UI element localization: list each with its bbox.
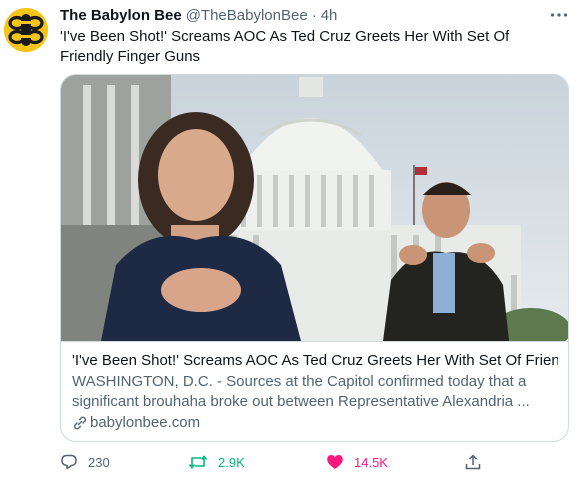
author-name[interactable]: The Babylon Bee (60, 6, 182, 26)
header-separator: · (311, 7, 317, 24)
link-card[interactable]: 'I've Been Shot!' Screams AOC As Ted Cru… (60, 74, 569, 442)
babylon-bee-logo (4, 8, 48, 52)
author-handle[interactable]: @TheBabylonBee (186, 6, 308, 26)
tweet-text: 'I've Been Shot!' Screams AOC As Ted Cru… (60, 28, 510, 65)
tweet[interactable]: The Babylon Bee @TheBabylonBee · 4h 'I'v… (0, 0, 580, 488)
tweet-actions: 230 2.9K 14.5K (60, 452, 500, 472)
share-button[interactable] (464, 452, 482, 472)
reply-count: 230 (88, 454, 110, 470)
card-domain-text: babylonbee.com (90, 414, 201, 431)
share-icon (465, 454, 481, 470)
card-photo (61, 75, 568, 341)
card-image[interactable] (61, 75, 568, 341)
link-icon (72, 415, 88, 431)
retweet-icon (188, 455, 208, 469)
reply-icon (61, 454, 77, 470)
tweet-header: The Babylon Bee @TheBabylonBee · 4h (60, 6, 337, 26)
heart-icon (327, 455, 343, 469)
card-title: 'I've Been Shot!' Screams AOC As Ted Cru… (72, 352, 558, 369)
like-button[interactable]: 14.5K (326, 452, 388, 472)
card-description-line: significant brouhaha broke out between R… (72, 393, 530, 410)
more-dots-icon (550, 13, 568, 17)
avatar[interactable] (4, 8, 48, 52)
card-body[interactable]: 'I've Been Shot!' Screams AOC As Ted Cru… (61, 341, 568, 441)
card-description-line: WASHINGTON, D.C. - Sources at the Capito… (72, 373, 527, 390)
tweet-timestamp[interactable]: 4h (321, 6, 338, 26)
card-domain: babylonbee.com (72, 413, 558, 433)
card-description: WASHINGTON, D.C. - Sources at the Capito… (72, 372, 558, 412)
like-count: 14.5K (354, 454, 388, 470)
retweet-button[interactable]: 2.9K (188, 452, 245, 472)
retweet-count: 2.9K (218, 454, 245, 470)
more-button[interactable] (546, 5, 572, 25)
reply-button[interactable]: 230 (60, 452, 110, 472)
